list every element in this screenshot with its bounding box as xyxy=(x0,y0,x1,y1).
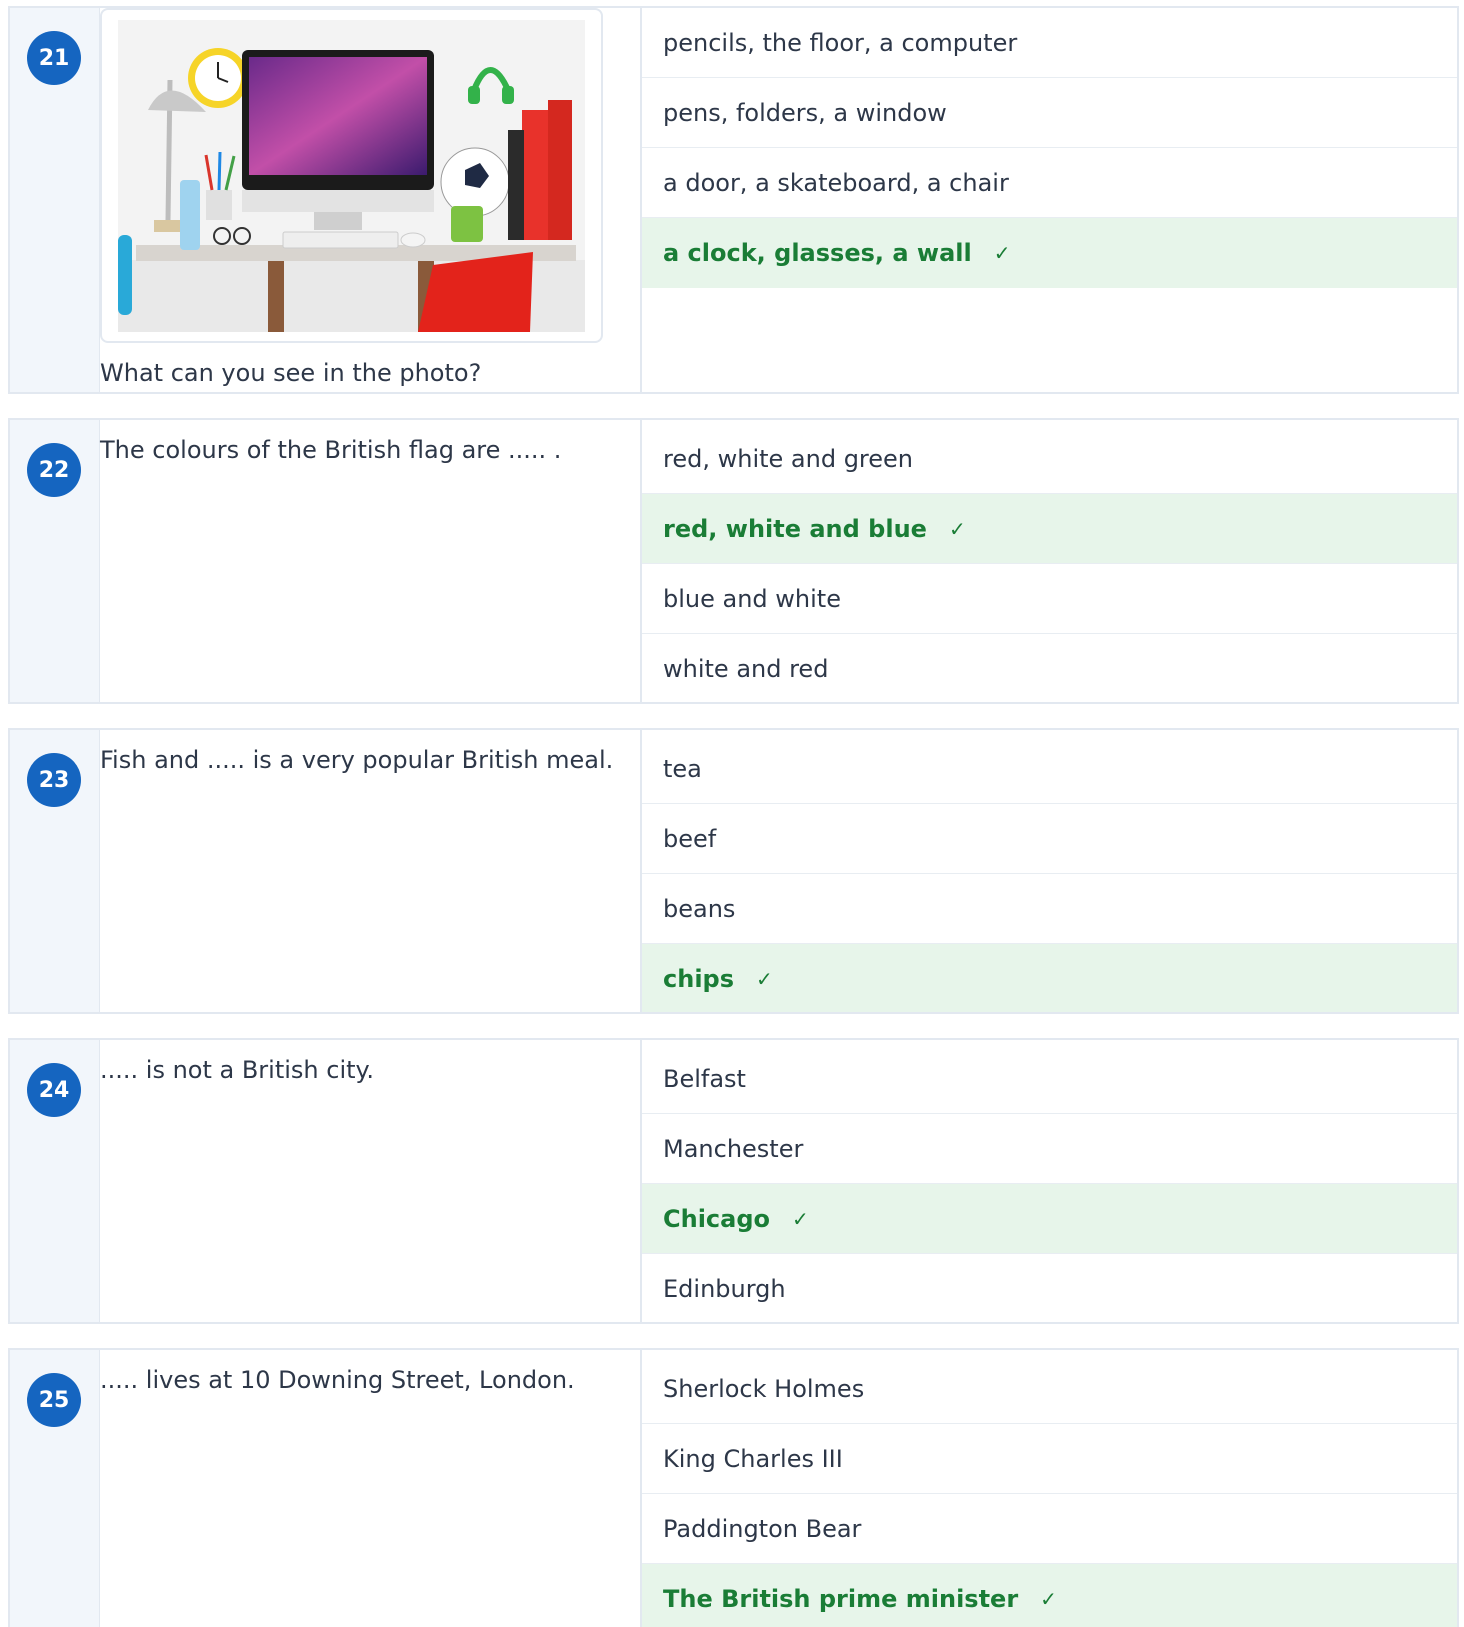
check-icon: ✓ xyxy=(993,241,1011,265)
answer-option[interactable]: King Charles III xyxy=(642,1424,1457,1494)
question-card-23: 23 Fish and ..... is a very popular Brit… xyxy=(8,728,1459,1014)
question-content: ..... lives at 10 Downing Street, London… xyxy=(100,1350,642,1627)
answer-option-label: a clock, glasses, a wall xyxy=(663,239,972,267)
answer-option-label: chips xyxy=(663,965,735,993)
answer-option[interactable]: Manchester xyxy=(642,1114,1457,1184)
answer-option-correct[interactable]: a clock, glasses, a wall ✓ xyxy=(642,218,1457,288)
answer-option-correct[interactable]: chips ✓ xyxy=(642,944,1457,1012)
answer-option[interactable]: Sherlock Holmes xyxy=(642,1354,1457,1424)
answer-options: tea beef beans chips ✓ xyxy=(642,730,1457,1012)
answer-option[interactable]: pens, folders, a window xyxy=(642,78,1457,148)
answer-options: Sherlock Holmes King Charles III Padding… xyxy=(642,1350,1457,1627)
answer-option[interactable]: tea xyxy=(642,734,1457,804)
question-text: What can you see in the photo? xyxy=(100,359,482,387)
question-content: What can you see in the photo? xyxy=(100,8,642,392)
answer-option-label: red, white and blue xyxy=(663,514,927,543)
answer-option[interactable]: red, white and green xyxy=(642,424,1457,494)
question-number-column: 23 xyxy=(10,730,100,1012)
question-number-column: 21 xyxy=(10,8,100,392)
answer-options: red, white and green red, white and blue… xyxy=(642,420,1457,702)
answer-option[interactable]: blue and white xyxy=(642,564,1457,634)
question-content: Fish and ..... is a very popular British… xyxy=(100,730,642,1012)
question-card-24: 24 ..... is not a British city. Belfast … xyxy=(8,1038,1459,1324)
question-text: Fish and ..... is a very popular British… xyxy=(100,746,614,774)
desk-photo-illustration xyxy=(118,20,585,332)
question-number-column: 22 xyxy=(10,420,100,702)
answer-option[interactable]: Belfast xyxy=(642,1044,1457,1114)
answer-option-correct[interactable]: Chicago ✓ xyxy=(642,1184,1457,1254)
answer-option[interactable]: Edinburgh xyxy=(642,1254,1457,1322)
answer-option-label: The British prime minister xyxy=(663,1585,1019,1613)
question-card-25: 25 ..... lives at 10 Downing Street, Lon… xyxy=(8,1348,1459,1627)
question-number-badge: 25 xyxy=(27,1373,81,1427)
question-number-column: 24 xyxy=(10,1040,100,1322)
check-icon: ✓ xyxy=(948,516,966,541)
question-number-badge: 23 xyxy=(27,753,81,807)
answer-option[interactable]: pencils, the floor, a computer xyxy=(642,8,1457,78)
check-icon: ✓ xyxy=(792,1206,809,1231)
answer-option[interactable]: beef xyxy=(642,804,1457,874)
answer-option-correct[interactable]: red, white and blue ✓ xyxy=(642,494,1457,564)
question-number-badge: 21 xyxy=(27,31,81,85)
question-card-21: 21 What can you see in the photo? pencil… xyxy=(8,6,1459,394)
question-text: ..... is not a British city. xyxy=(100,1056,374,1084)
answer-options: pencils, the floor, a computer pens, fol… xyxy=(642,8,1457,392)
question-content: The colours of the British flag are ....… xyxy=(100,420,642,702)
check-icon: ✓ xyxy=(1040,1587,1057,1611)
answer-option-label: Chicago xyxy=(663,1204,771,1233)
question-text: ..... lives at 10 Downing Street, London… xyxy=(100,1366,575,1394)
answer-options: Belfast Manchester Chicago ✓ Edinburgh xyxy=(642,1040,1457,1322)
question-text: The colours of the British flag are ....… xyxy=(100,436,562,464)
answer-option[interactable]: beans xyxy=(642,874,1457,944)
answer-option-correct[interactable]: The British prime minister ✓ xyxy=(642,1564,1457,1627)
question-card-22: 22 The colours of the British flag are .… xyxy=(8,418,1459,704)
answer-option[interactable]: Paddington Bear xyxy=(642,1494,1457,1564)
check-icon: ✓ xyxy=(756,967,773,991)
answer-option[interactable]: white and red xyxy=(642,634,1457,702)
question-content: ..... is not a British city. xyxy=(100,1040,642,1322)
question-number-badge: 24 xyxy=(27,1063,81,1117)
question-number-badge: 22 xyxy=(27,443,81,497)
answer-option[interactable]: a door, a skateboard, a chair xyxy=(642,148,1457,218)
question-photo xyxy=(100,8,603,343)
question-number-column: 25 xyxy=(10,1350,100,1627)
